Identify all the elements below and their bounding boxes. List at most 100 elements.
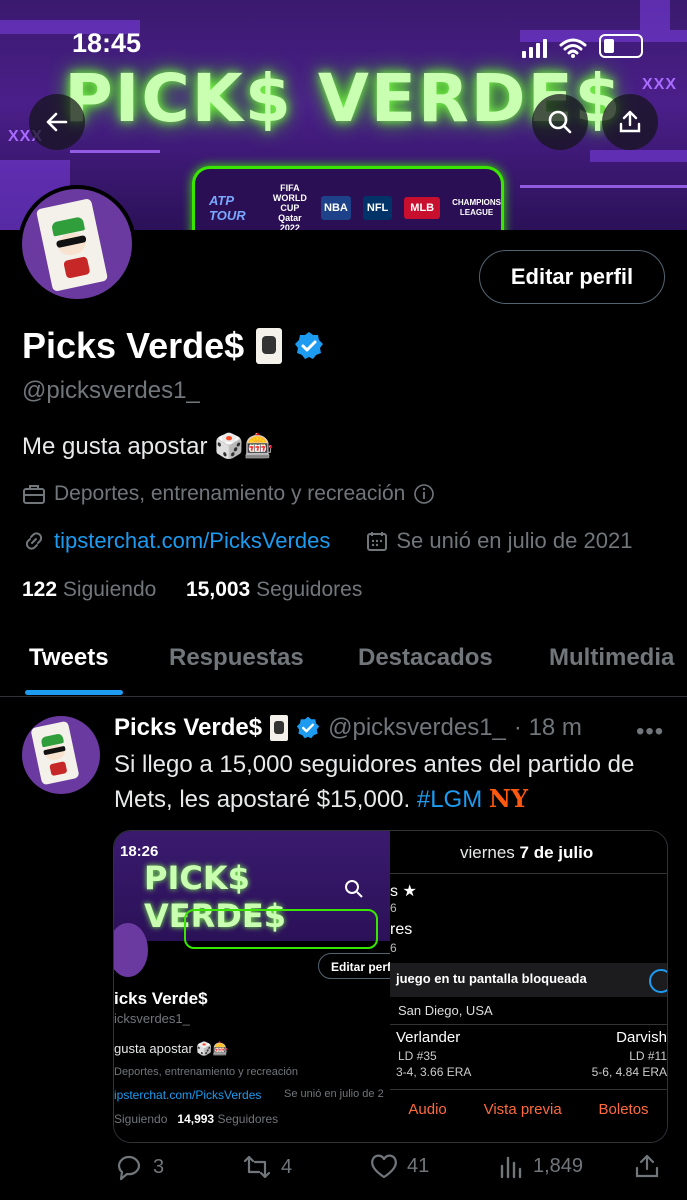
pitcher-2-ld: LD #11: [629, 1049, 667, 1063]
category-text: Deportes, entrenamiento y recreación: [54, 482, 406, 505]
league-logos-box: ATP TOUR FIFA WORLD CUP Qatar 2022 NBA N…: [192, 166, 504, 230]
lockscreen-notice: juego en tu pantalla bloqueada: [390, 963, 667, 997]
media-following-label: Siguiendo: [114, 1112, 168, 1126]
champions-league-logo: CHAMPIONS LEAGUE: [452, 198, 501, 217]
lockscreen-date: viernes 7 de julio: [460, 843, 593, 863]
profile-website-link[interactable]: tipsterchat.com/PicksVerdes: [54, 528, 330, 554]
profile-name-text: Picks Verde$: [22, 325, 245, 366]
info-icon[interactable]: [413, 483, 435, 505]
profile-handle: @picksverdes1_: [22, 377, 200, 404]
more-options-icon[interactable]: •••: [636, 718, 664, 746]
heart-icon: [371, 1154, 397, 1179]
signal-icon: [522, 39, 547, 58]
tweet-actions: 3 4 41 1,849: [113, 1152, 673, 1188]
back-button[interactable]: [29, 94, 85, 150]
pitcher-2-stats: 5-6, 4.84 ERA: [591, 1065, 667, 1079]
media-right-screenshot: viernes 7 de julio s ★ 6 res 6 juego en …: [390, 831, 667, 1142]
followers-stat[interactable]: 15,003 Seguidores: [186, 578, 362, 601]
profile-avatar[interactable]: [18, 185, 136, 303]
media-banner: 18:26 PICK$ VERDE$: [114, 831, 390, 949]
media-name: icks Verde$: [114, 989, 208, 1008]
followers-label: Seguidores: [256, 578, 363, 601]
verified-badge-icon: [295, 332, 324, 359]
location-text: San Diego, USA: [398, 1003, 493, 1018]
search-icon: [548, 110, 572, 134]
divider: [390, 873, 667, 874]
lockscreen-date-weekday: viernes: [460, 843, 520, 862]
following-stat[interactable]: 122 Siguiendo: [22, 578, 156, 601]
pitcher-1-stats: 3-4, 3.66 ERA: [396, 1065, 472, 1079]
tweet-hashtag[interactable]: #LGM: [417, 786, 482, 813]
mets-logo-icon: NY: [488, 784, 528, 813]
joined-date: Se unió en julio de 2021: [396, 528, 633, 553]
reply-icon: [117, 1155, 141, 1181]
media-avatar: [114, 923, 148, 977]
media-edit-button: Editar perfi: [318, 953, 390, 979]
pitcher-2-name: Darvish: [616, 1029, 667, 1046]
tab-replies[interactable]: Respuestas: [169, 644, 304, 672]
profile-bio: Me gusta apostar 🎲🎰: [22, 433, 274, 460]
profile-tabs: Tweets Respuestas Destacados Multimedia: [0, 620, 687, 697]
media-joined: Se unió en julio de 2: [284, 1088, 384, 1100]
tweet-media[interactable]: 18:26 PICK$ VERDE$ Editar perfi icks Ver…: [113, 830, 668, 1143]
arrow-left-icon: [46, 112, 68, 132]
media-follows: Siguiendo 14,993 Seguidores: [114, 1112, 278, 1126]
media-followers-label: Seguidores: [217, 1112, 279, 1126]
media-followers-count: 14,993: [177, 1112, 215, 1126]
status-time: 18:45: [72, 28, 142, 58]
tweet-author-handle[interactable]: @picksverdes1_: [328, 714, 506, 742]
share-tweet-button[interactable]: [633, 1152, 661, 1180]
profile-name: Picks Verde$: [22, 325, 324, 367]
analytics-icon: [500, 1156, 522, 1179]
tweet-body: Si llego a 15,000 seguidores antes del p…: [114, 751, 635, 813]
tab-highlights[interactable]: Destacados: [358, 644, 493, 672]
media-category: Deportes, entrenamiento y recreación: [114, 1066, 299, 1078]
media-lockscreen-actions: Audio Vista previa Boletos: [390, 1101, 667, 1118]
views-button[interactable]: 1,849: [497, 1152, 583, 1180]
audio-action: Audio: [408, 1101, 447, 1118]
tweet-header: Picks Verde$ @picksverdes1_ · 18 m: [114, 714, 582, 742]
pitcher-1-ld: LD #35: [398, 1049, 437, 1063]
team-row-2-sub: 6: [390, 941, 397, 955]
tab-tweets[interactable]: Tweets: [29, 644, 109, 672]
lockscreen-notice-text: juego en tu pantalla bloqueada: [396, 971, 587, 986]
divider: [390, 1089, 667, 1090]
profile-category: Deportes, entrenamiento y recreación: [22, 482, 435, 506]
team-row-1-sub: 6: [390, 901, 397, 915]
views-count: 1,849: [533, 1154, 584, 1177]
nba-logo: NBA: [321, 196, 351, 220]
fifa-logo: FIFA WORLD CUP Qatar 2022: [272, 183, 307, 230]
mlb-logo: MLB: [404, 197, 441, 219]
follow-stats: 122 Siguiendo 15,003 Seguidores: [22, 578, 362, 602]
profile-links: tipsterchat.com/PicksVerdes Se unió en j…: [22, 528, 632, 554]
team-row-2: res: [390, 921, 413, 938]
like-button[interactable]: 41: [369, 1152, 429, 1180]
tweet-author-name[interactable]: Picks Verde$: [114, 714, 262, 742]
tweet-timestamp[interactable]: · 18 m: [514, 714, 582, 742]
team-row-1: s ★: [390, 881, 417, 901]
media-bio: gusta apostar 🎲🎰: [114, 1041, 229, 1056]
status-icons: [522, 34, 643, 58]
battery-icon: [599, 34, 643, 58]
share-button[interactable]: [602, 94, 658, 150]
verified-badge-icon: [296, 716, 320, 739]
calendar-icon: [367, 532, 388, 551]
retweet-button[interactable]: 4: [241, 1152, 292, 1182]
media-time: 18:26: [120, 843, 159, 860]
edit-profile-button[interactable]: Editar perfil: [479, 250, 665, 304]
like-count: 41: [407, 1154, 430, 1177]
followers-count: 15,003: [186, 578, 251, 601]
media-left-screenshot: 18:26 PICK$ VERDE$ Editar perfi icks Ver…: [114, 831, 390, 1142]
search-button[interactable]: [532, 94, 588, 150]
lockscreen-date-day: 7 de julio: [519, 843, 594, 862]
divider: [390, 1024, 667, 1025]
tickets-action: Boletos: [598, 1101, 649, 1118]
reply-button[interactable]: 3: [113, 1152, 164, 1182]
search-icon: [345, 880, 363, 898]
reply-count: 3: [153, 1155, 165, 1178]
share-icon: [619, 110, 641, 133]
briefcase-icon: [23, 485, 45, 504]
retweet-count: 4: [281, 1155, 293, 1178]
tweet-avatar[interactable]: [22, 716, 100, 794]
tab-media[interactable]: Multimedia: [549, 644, 674, 672]
